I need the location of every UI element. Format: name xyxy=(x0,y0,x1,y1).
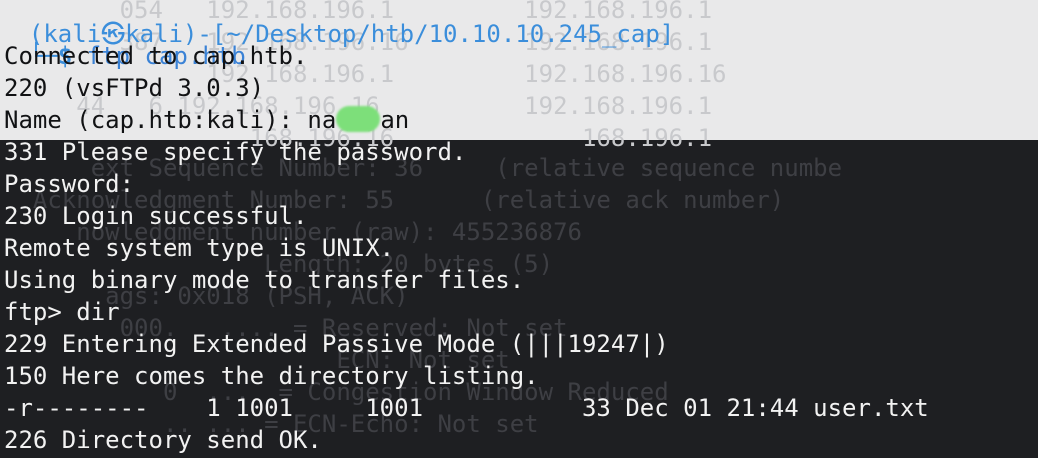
terminal-line: Connected to cap.htb. xyxy=(4,42,308,70)
terminal-line: 220 (vsFTPd 3.0.3) xyxy=(4,74,265,102)
terminal-output: Connected to cap.htb. 220 (vsFTPd 3.0.3) N… xyxy=(4,40,929,456)
terminal-line: Name (cap.htb:kali): na an xyxy=(4,104,929,136)
username-suffix: an xyxy=(380,106,410,134)
terminal-line: Remote system type is UNIX. xyxy=(4,234,395,262)
terminal-line: 150 Here comes the directory listing. xyxy=(4,362,539,390)
terminal-line: Password: xyxy=(4,170,135,198)
redaction-blur xyxy=(336,106,381,132)
terminal-line: 230 Login successful. xyxy=(4,202,308,230)
terminal-line: -r-------- 1 1001 1001 33 Dec 01 21:44 u… xyxy=(4,394,929,422)
terminal-line: Using binary mode to transfer files. xyxy=(4,266,525,294)
username-prefix: Name (cap.htb:kali): na xyxy=(4,106,337,134)
terminal-line: 331 Please specify the password. xyxy=(4,138,467,166)
terminal-line: 226 Directory send OK. xyxy=(4,426,322,454)
terminal-line: ftp> dir xyxy=(4,298,120,326)
terminal-line: 229 Entering Extended Passive Mode (|||1… xyxy=(4,330,669,358)
